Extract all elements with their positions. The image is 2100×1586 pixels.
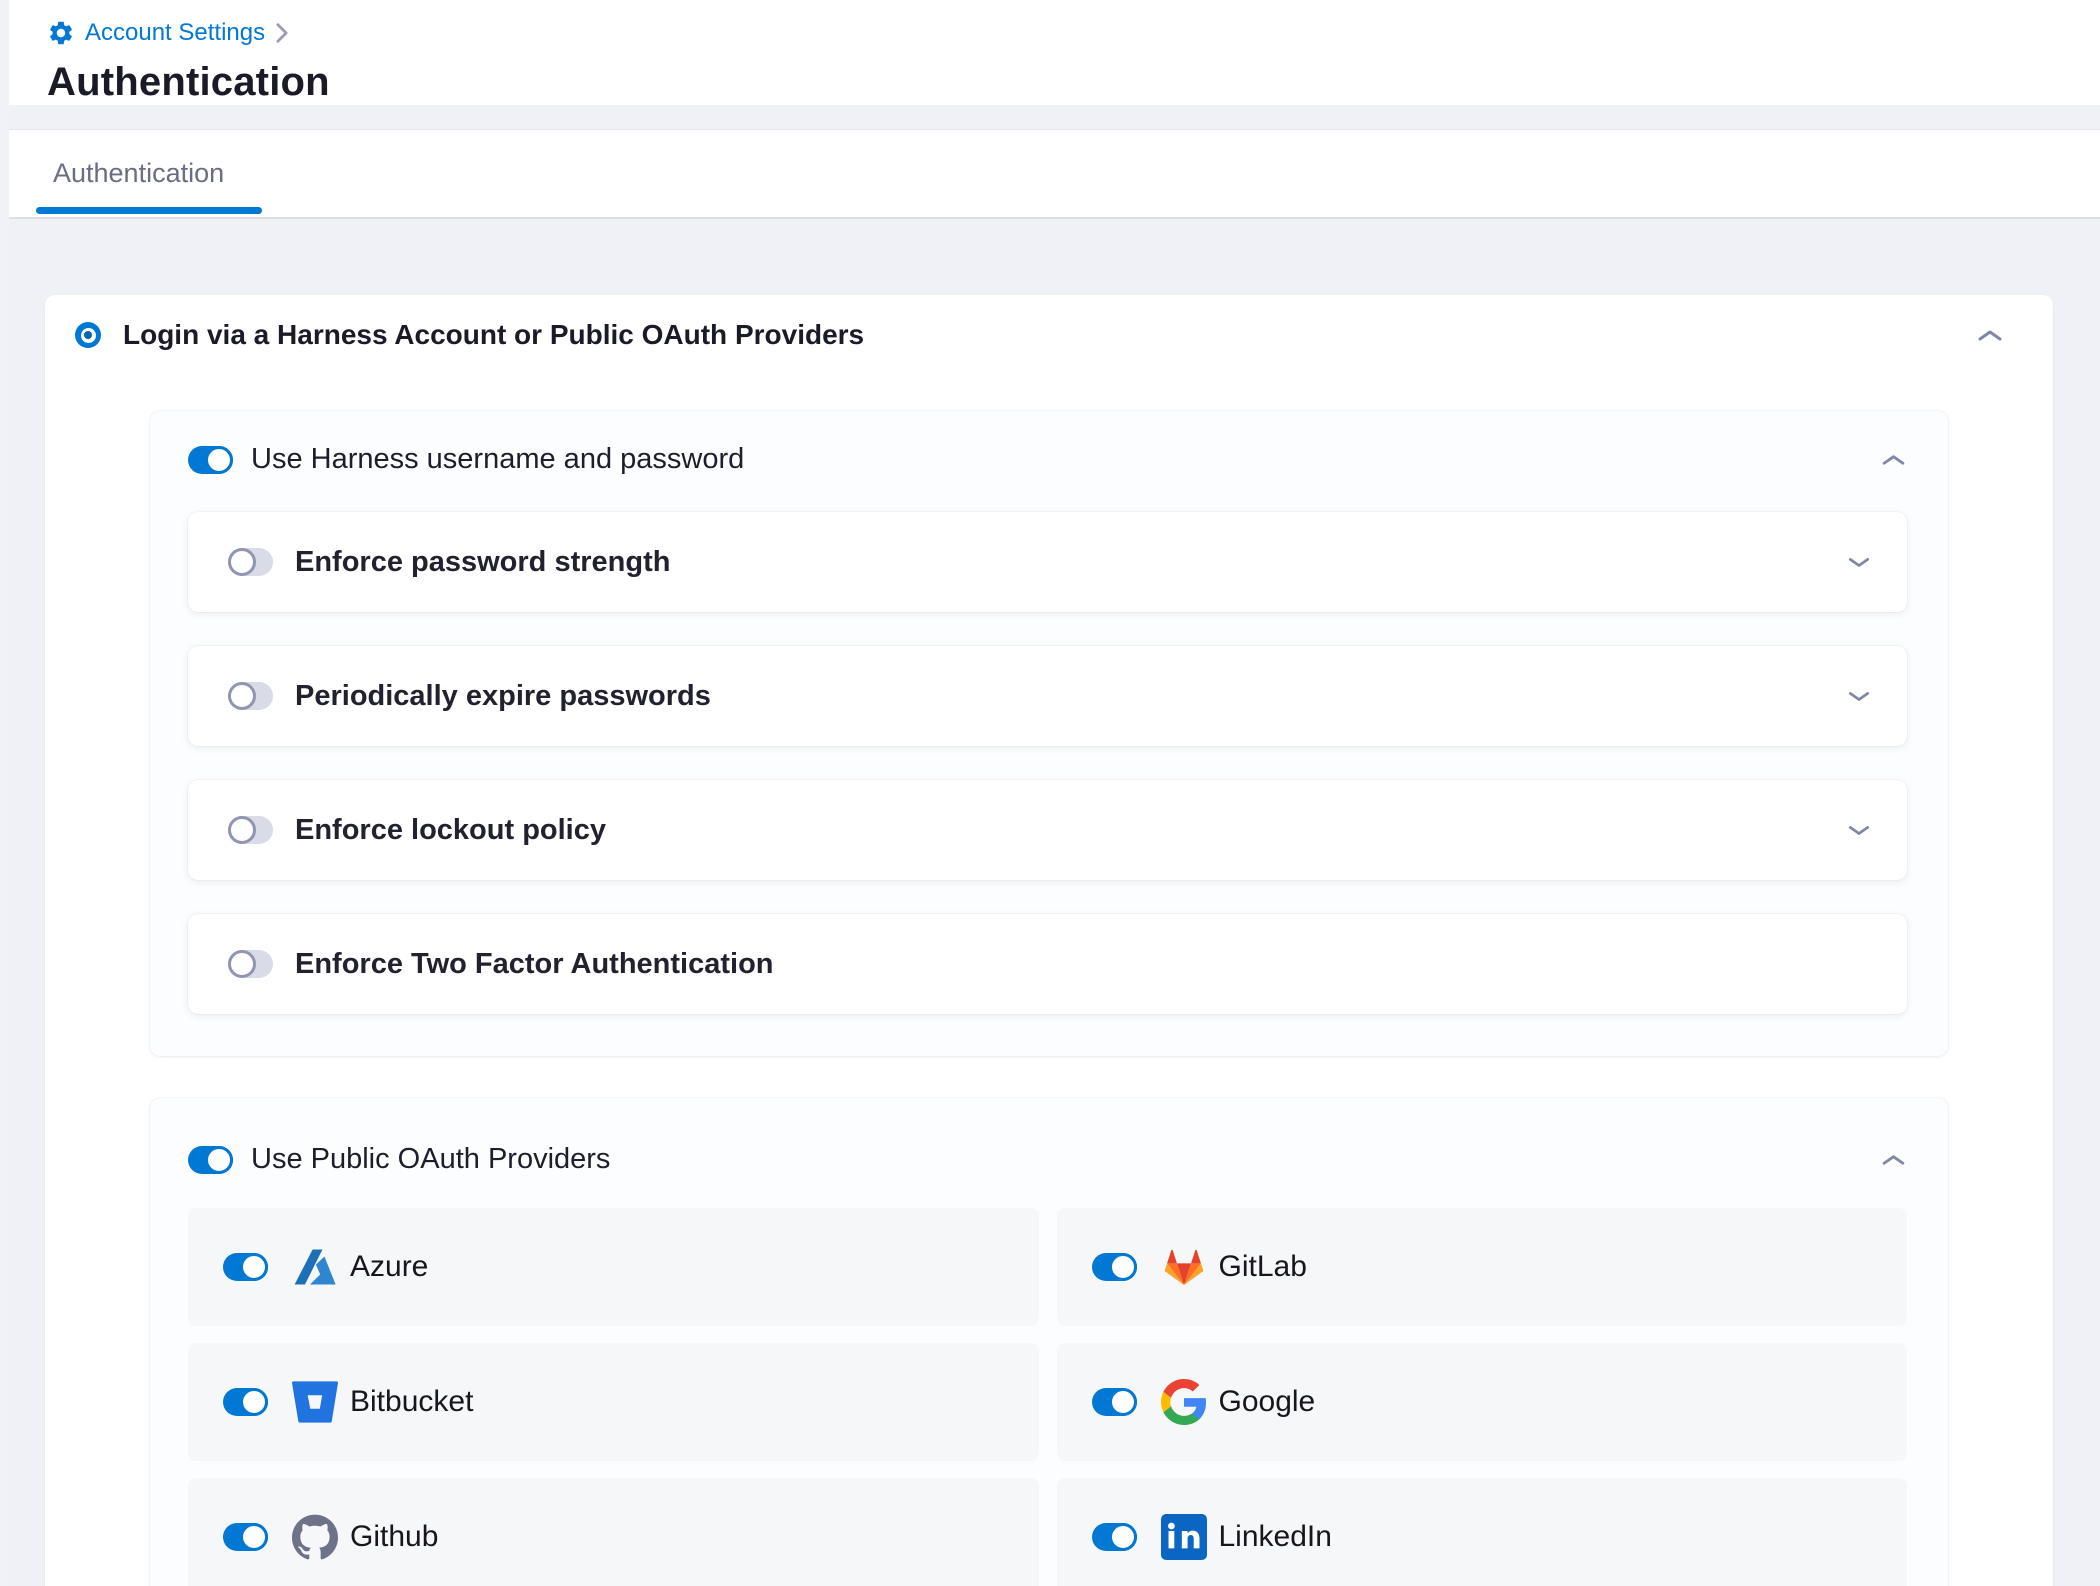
gear-icon bbox=[47, 19, 75, 47]
github-toggle[interactable] bbox=[223, 1523, 268, 1551]
provider-row-gitlab: GitLab bbox=[1057, 1208, 1908, 1326]
linkedin-label: LinkedIn bbox=[1219, 1520, 1332, 1554]
tab-authentication[interactable]: Authentication bbox=[53, 158, 224, 189]
google-toggle[interactable] bbox=[1092, 1388, 1137, 1416]
harness-login-panel: Use Harness username and password Enforc… bbox=[150, 411, 1948, 1056]
gitlab-label: GitLab bbox=[1219, 1250, 1307, 1284]
password-strength-label: Enforce password strength bbox=[295, 546, 1846, 579]
password-expiry-toggle[interactable] bbox=[228, 682, 273, 710]
linkedin-toggle[interactable] bbox=[1092, 1523, 1137, 1551]
provider-row-azure: Azure bbox=[188, 1208, 1039, 1326]
azure-toggle[interactable] bbox=[223, 1253, 268, 1281]
bitbucket-icon bbox=[292, 1379, 338, 1425]
lockout-policy-card: Enforce lockout policy bbox=[188, 780, 1907, 880]
two-factor-card: Enforce Two Factor Authentication bbox=[188, 914, 1907, 1014]
bitbucket-toggle[interactable] bbox=[223, 1388, 268, 1416]
harness-login-label: Use Harness username and password bbox=[251, 443, 1880, 476]
page-body: Login via a Harness Account or Public OA… bbox=[0, 219, 2100, 1586]
azure-icon bbox=[292, 1244, 338, 1290]
provider-row-github: Github bbox=[188, 1478, 1039, 1586]
two-factor-toggle[interactable] bbox=[228, 950, 273, 978]
window-left-gutter bbox=[0, 0, 9, 1586]
harness-login-header: Use Harness username and password bbox=[188, 443, 1907, 476]
chevron-up-icon[interactable] bbox=[1976, 327, 2004, 343]
harness-login-toggle[interactable] bbox=[188, 446, 233, 474]
oauth-providers-label: Use Public OAuth Providers bbox=[251, 1143, 1880, 1176]
chevron-down-icon[interactable] bbox=[1846, 555, 1872, 569]
breadcrumb: Account Settings bbox=[47, 16, 2100, 50]
providers-grid: Azure G bbox=[188, 1208, 1907, 1586]
google-label: Google bbox=[1219, 1385, 1316, 1419]
oauth-providers-toggle[interactable] bbox=[188, 1146, 233, 1174]
auth-settings-card: Login via a Harness Account or Public OA… bbox=[45, 295, 2053, 1586]
password-strength-toggle[interactable] bbox=[228, 548, 273, 576]
oauth-section-header: Login via a Harness Account or Public OA… bbox=[45, 319, 2053, 351]
github-icon bbox=[292, 1514, 338, 1560]
provider-row-google: Google bbox=[1057, 1343, 1908, 1461]
page-header: Account Settings Authentication bbox=[0, 0, 2100, 105]
azure-label: Azure bbox=[350, 1250, 428, 1284]
gitlab-icon bbox=[1161, 1244, 1207, 1290]
chevron-down-icon[interactable] bbox=[1846, 689, 1872, 703]
two-factor-label: Enforce Two Factor Authentication bbox=[295, 948, 1872, 981]
provider-row-bitbucket: Bitbucket bbox=[188, 1343, 1039, 1461]
tab-bar: Authentication bbox=[0, 129, 2100, 219]
bitbucket-label: Bitbucket bbox=[350, 1385, 473, 1419]
gitlab-toggle[interactable] bbox=[1092, 1253, 1137, 1281]
password-expiry-card: Periodically expire passwords bbox=[188, 646, 1907, 746]
breadcrumb-chevron-icon bbox=[275, 22, 289, 44]
lockout-policy-toggle[interactable] bbox=[228, 816, 273, 844]
linkedin-icon bbox=[1161, 1514, 1207, 1560]
lockout-policy-label: Enforce lockout policy bbox=[295, 814, 1846, 847]
section-title: Login via a Harness Account or Public OA… bbox=[123, 319, 1976, 351]
password-expiry-label: Periodically expire passwords bbox=[295, 680, 1846, 713]
oauth-providers-header: Use Public OAuth Providers bbox=[188, 1143, 1907, 1176]
page-title: Authentication bbox=[47, 60, 2100, 105]
password-strength-card: Enforce password strength bbox=[188, 512, 1907, 612]
chevron-up-icon[interactable] bbox=[1880, 452, 1907, 467]
oauth-providers-panel: Use Public OAuth Providers Azure bbox=[150, 1098, 1948, 1586]
provider-row-linkedin: LinkedIn bbox=[1057, 1478, 1908, 1586]
active-tab-indicator bbox=[36, 207, 262, 214]
breadcrumb-account-settings-link[interactable]: Account Settings bbox=[85, 19, 265, 47]
login-method-radio[interactable] bbox=[75, 322, 101, 348]
github-label: Github bbox=[350, 1520, 438, 1554]
chevron-down-icon[interactable] bbox=[1846, 823, 1872, 837]
google-icon bbox=[1161, 1379, 1207, 1425]
chevron-up-icon[interactable] bbox=[1880, 1152, 1907, 1167]
